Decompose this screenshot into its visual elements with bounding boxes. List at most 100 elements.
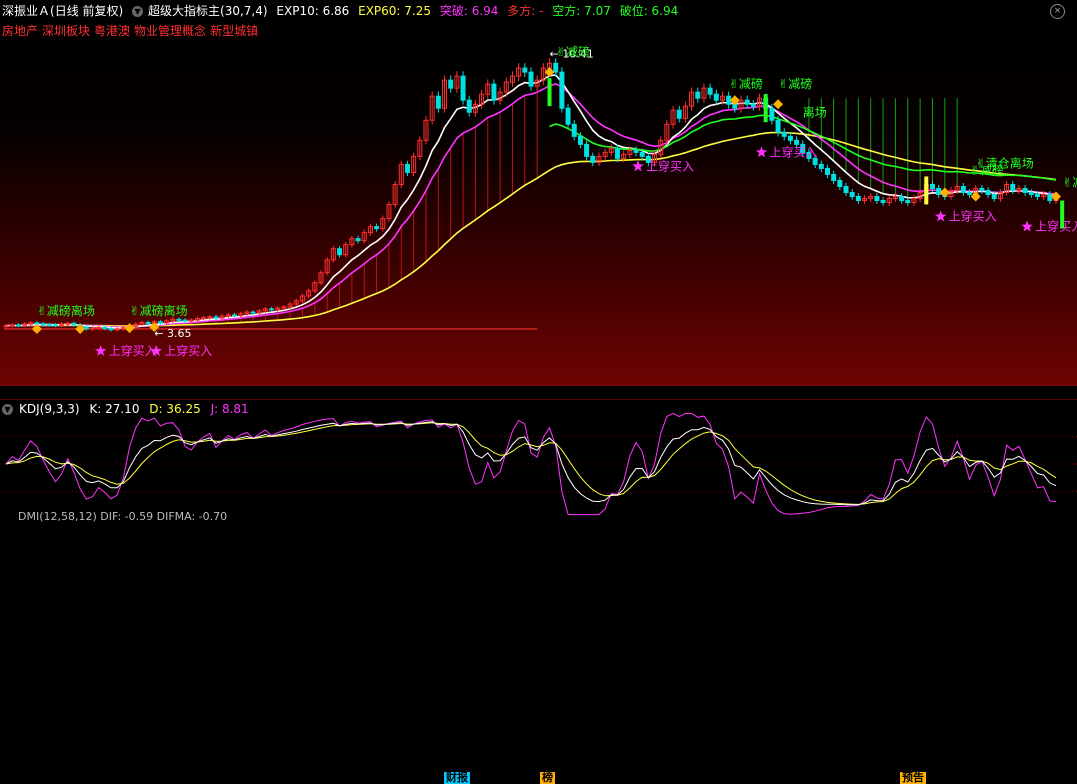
kdj-k-line (5, 421, 1057, 506)
buy-star-icon (755, 146, 768, 158)
candle-body (590, 155, 596, 163)
exp60-line (6, 131, 1057, 327)
zhang-label: ✌减磅 (1062, 175, 1077, 190)
buy-label: 上穿买入 (109, 343, 157, 358)
event-forecast-badge[interactable]: 预告 (900, 772, 926, 784)
candle-body (269, 308, 275, 311)
buy-star-icon (632, 160, 644, 172)
candle-body (831, 173, 837, 181)
candle-body (250, 311, 256, 314)
candle-body (787, 135, 793, 141)
candle-body (775, 119, 781, 133)
candle-body (695, 91, 701, 99)
jianli-label: ✌减磅离场 (37, 303, 95, 318)
jianli-label: ✌减磅离场 (130, 303, 188, 318)
signal-bar (1060, 200, 1065, 229)
buy-label: 上穿买入 (646, 158, 694, 173)
buy-star-icon (94, 345, 107, 356)
candle-body (967, 192, 973, 196)
candle-body (818, 163, 824, 169)
candle-body (874, 196, 880, 202)
candle-body (855, 196, 861, 202)
candle-body (979, 187, 985, 191)
candle-body (843, 185, 849, 194)
event-bar: 财报 榜 预告 (0, 385, 1077, 784)
signal-bar (763, 94, 768, 123)
event-rank-badge[interactable]: 榜 (540, 772, 555, 784)
kdj-j-line (5, 412, 1057, 516)
candle-body (65, 322, 71, 325)
buy-label: 上穿买入 (1035, 219, 1077, 234)
candle-body (849, 192, 855, 198)
candle-body (89, 327, 95, 330)
candle-body (1028, 192, 1034, 196)
candle-body (633, 149, 639, 153)
candle-body (1010, 183, 1016, 191)
candle-body (460, 75, 466, 101)
kdj-d-line (5, 422, 1057, 505)
candle-body (71, 322, 77, 326)
zhang-label: ✌减磅 (778, 76, 812, 91)
candle-body (750, 103, 756, 107)
kdj-panel[interactable]: ▼ KDJ(9,3,3) K: 27.10 D: 36.25 J: 8.81 (0, 399, 1077, 517)
candle-body (232, 314, 238, 317)
candle-body (188, 319, 194, 322)
exp10-line (5, 74, 1057, 329)
candle-body (40, 323, 46, 326)
candle-body (528, 71, 534, 87)
signal-bar (924, 176, 929, 205)
signal-diamond-icon (773, 99, 784, 110)
candle-body (448, 79, 454, 89)
candle-body (837, 179, 843, 187)
candle-body (102, 326, 108, 330)
candle-body (435, 95, 441, 109)
candle-body (744, 99, 750, 105)
zhang-label: ✌减磅 (556, 44, 590, 59)
candle-body (182, 319, 188, 322)
candle-body (936, 187, 942, 196)
buy-star-icon (1021, 220, 1033, 232)
candle-body (824, 167, 830, 175)
buy-label: 上穿买入 (770, 144, 818, 159)
candle-body (577, 135, 583, 145)
candle-body (15, 324, 21, 327)
candle-body (985, 189, 991, 196)
candle-body (213, 316, 219, 319)
candle-body (676, 109, 682, 119)
signal-bar (547, 78, 552, 107)
candle-body (355, 238, 361, 242)
candle-body (337, 248, 343, 256)
candle-body (571, 123, 577, 137)
candle-body (614, 147, 620, 159)
low-price-label: ← 3.65 (154, 327, 191, 340)
candle-body (565, 107, 571, 125)
signal-diamond-icon (124, 323, 135, 334)
candle-body (905, 200, 911, 204)
zhang-label: ✌减磅 (729, 76, 763, 91)
candle-body (201, 317, 207, 320)
dmi-header: DMI(12,58,12) DIF: -0.59 DIFMA: -0.70 (18, 510, 228, 523)
qingcang-label: ✌清仓离场 (976, 156, 1034, 171)
candle-body (108, 328, 114, 331)
candle-body (157, 321, 163, 324)
event-finance-badge[interactable]: 财报 (444, 772, 470, 784)
candle-body (929, 183, 935, 189)
candle-body (96, 326, 102, 329)
price-chart[interactable]: ← 10.41← 3.65✌减磅✌减磅✌减磅✌减磅✌减磅离场✌减磅离场✌减磅离场… (0, 0, 1077, 385)
candle-body (899, 196, 905, 202)
pink-line (5, 82, 1057, 329)
buy-star-icon (934, 210, 947, 222)
candle-body (46, 324, 52, 327)
candle-body (466, 99, 472, 113)
buy-label: 上穿买入 (949, 209, 997, 224)
candle-body (374, 226, 380, 230)
candle-body (176, 318, 182, 321)
candle-body (1047, 194, 1053, 202)
candle-body (34, 322, 40, 325)
candle-body (794, 139, 800, 145)
kdj-chart[interactable] (0, 400, 1077, 517)
candle-body (9, 324, 15, 327)
signal-diamond-icon (939, 187, 950, 198)
main-chart-panel[interactable]: 深振业Ａ(日线 前复权) ▼ 超级大指标主(30,7,4) EXP10: 6.86… (0, 0, 1077, 385)
candle-body (491, 83, 497, 101)
